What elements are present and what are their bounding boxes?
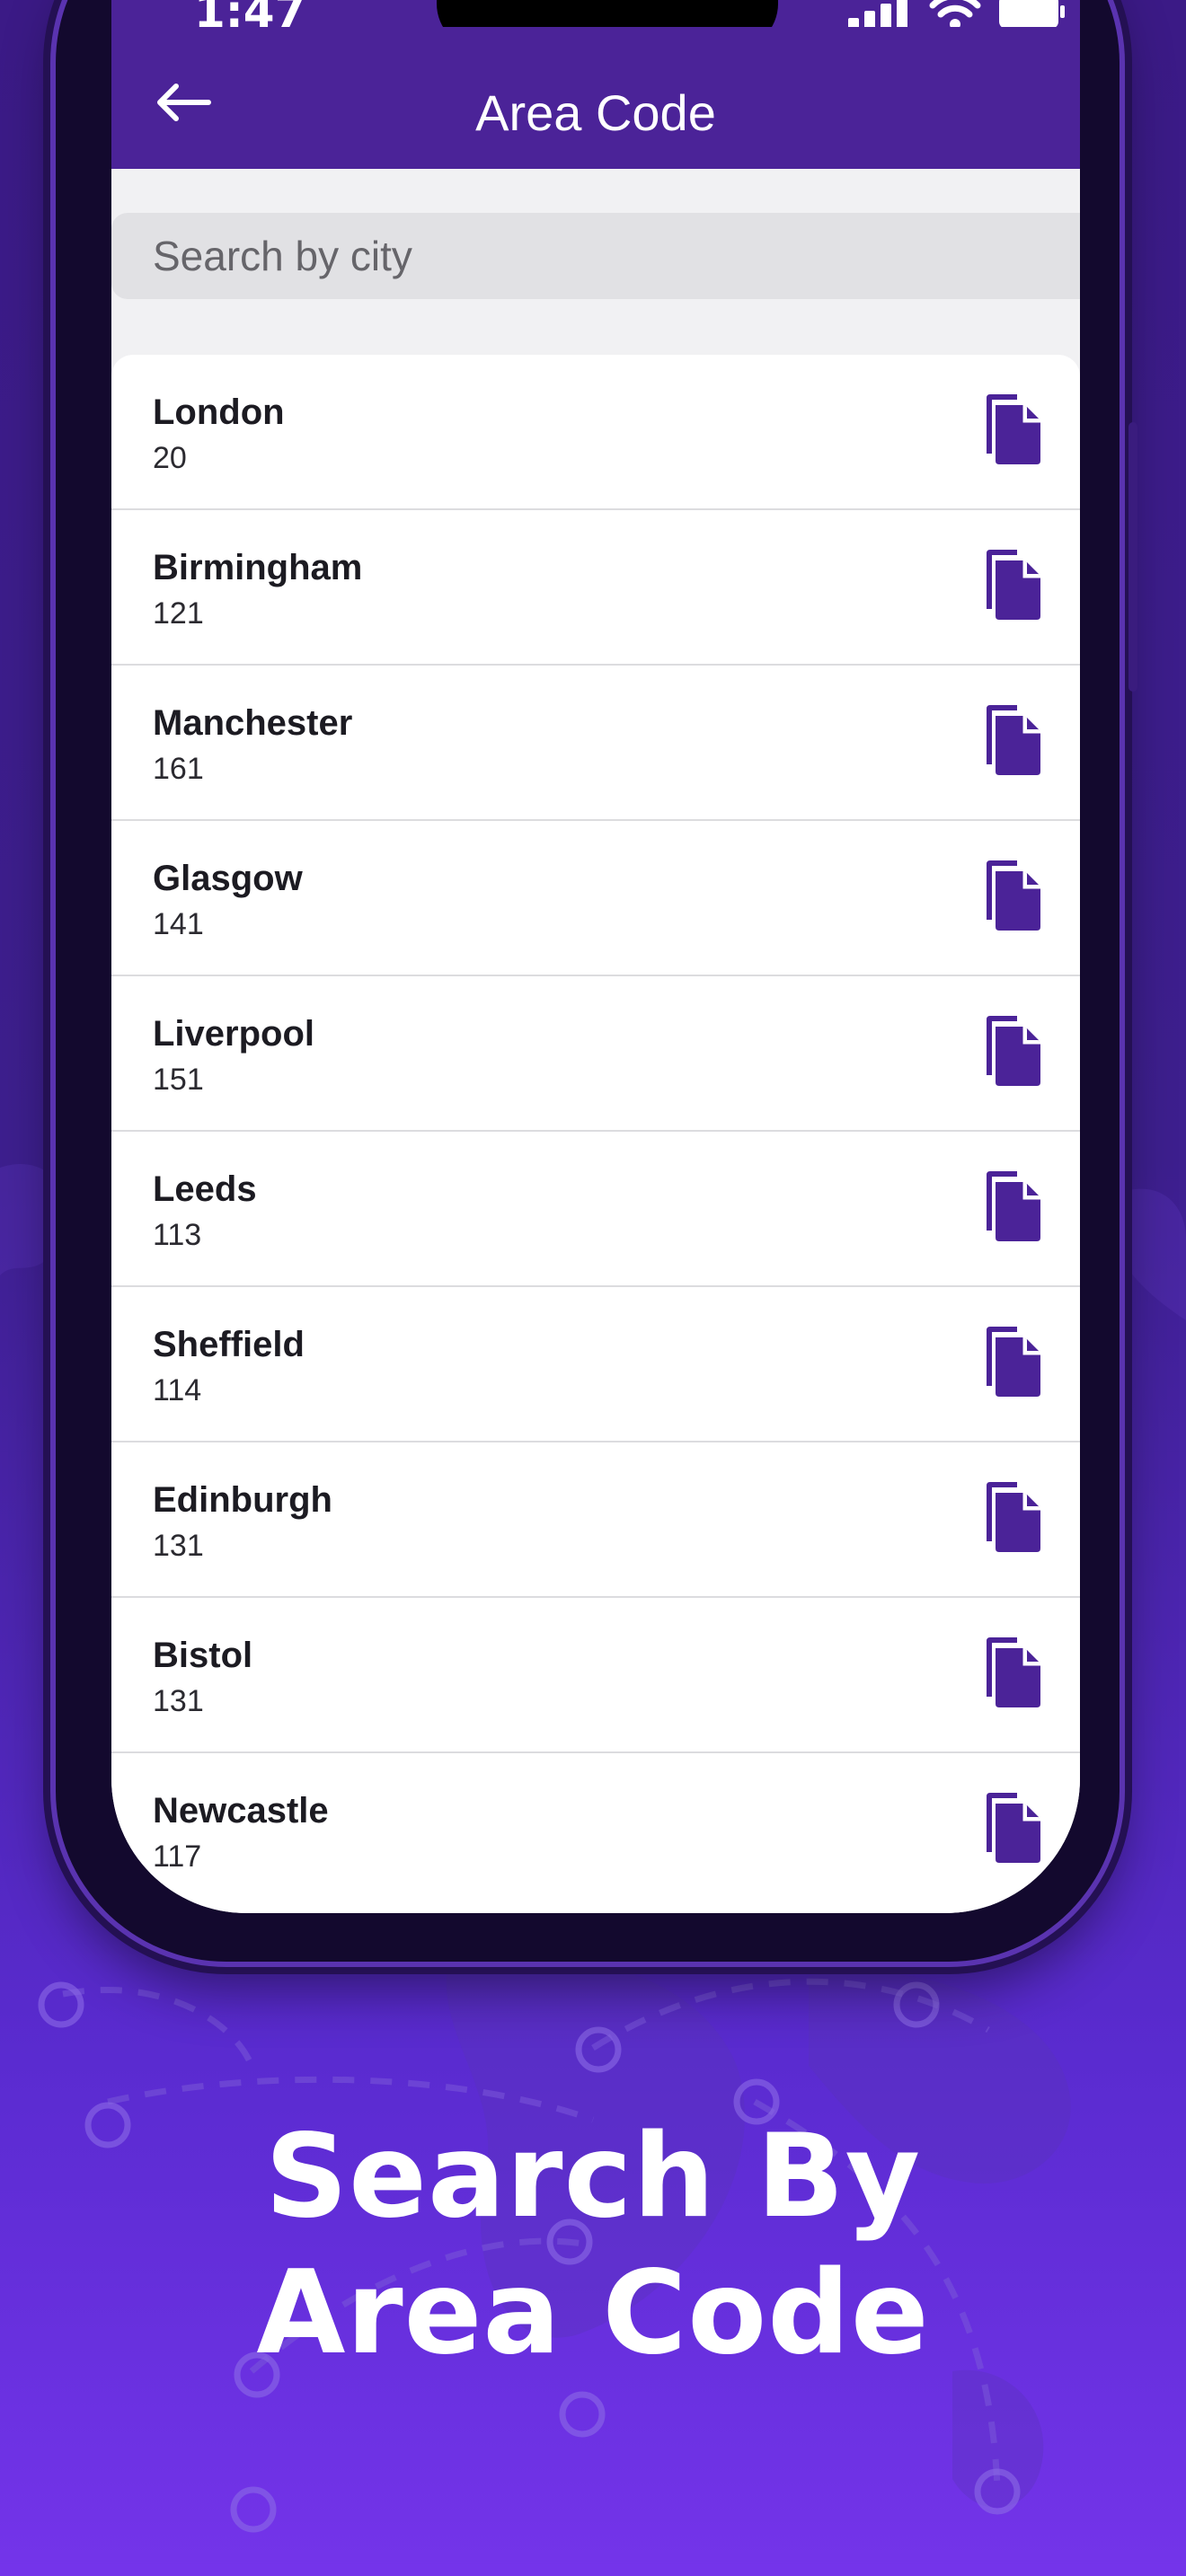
area-code-value: 117: [153, 1839, 202, 1874]
city-name: Leeds: [153, 1169, 257, 1209]
copy-button[interactable]: [983, 705, 1042, 775]
copy-icon: [987, 1171, 1040, 1241]
city-name: London: [153, 393, 285, 432]
copy-button[interactable]: [983, 1482, 1042, 1552]
copy-icon: [987, 550, 1040, 620]
promo-headline-line-1: Search By: [264, 2110, 922, 2244]
phone-screen: 1:47 Area Code Search by city London 20 …: [111, 0, 1080, 1913]
city-name: Sheffield: [153, 1325, 305, 1364]
promo-headline-line-2: Area Code: [256, 2246, 930, 2380]
list-item[interactable]: Sheffield 114: [111, 1287, 1080, 1442]
list-item[interactable]: Birmingham 121: [111, 510, 1080, 666]
area-code-value: 20: [153, 441, 187, 475]
page-title: Area Code: [475, 84, 716, 141]
area-code-list: London 20 Birmingham 121 Manchester 161 Glasgo…: [111, 355, 1080, 1913]
phone-side-button: [1128, 422, 1137, 692]
wifi-icon: [929, 0, 981, 30]
area-code-value: 131: [153, 1529, 204, 1563]
city-name: Newcastle: [153, 1791, 329, 1831]
list-item[interactable]: London 20: [111, 355, 1080, 510]
city-name: Edinburgh: [153, 1480, 332, 1520]
app-bar: Area Code: [111, 27, 1080, 169]
area-code-value: 151: [153, 1063, 204, 1097]
city-name: Birmingham: [153, 548, 363, 587]
city-name: Bistol: [153, 1636, 253, 1675]
copy-button[interactable]: [983, 550, 1042, 620]
copy-button[interactable]: [983, 394, 1042, 464]
area-code-value: 113: [153, 1218, 202, 1252]
signal-icon: [848, 0, 907, 31]
area-code-value: 114: [153, 1373, 202, 1407]
status-icons: [848, 0, 1066, 31]
copy-button[interactable]: [983, 1637, 1042, 1707]
copy-icon: [987, 1637, 1040, 1707]
copy-button[interactable]: [983, 1793, 1042, 1863]
area-code-value: 121: [153, 596, 204, 631]
list-item[interactable]: Liverpool 151: [111, 976, 1080, 1132]
list-item[interactable]: Edinburgh 131: [111, 1442, 1080, 1598]
city-name: Manchester: [153, 703, 353, 743]
copy-button[interactable]: [983, 860, 1042, 931]
area-code-value: 141: [153, 907, 204, 941]
status-bar: 1:47: [111, 0, 1080, 50]
copy-button[interactable]: [983, 1171, 1042, 1241]
copy-button[interactable]: [983, 1016, 1042, 1086]
arrow-left-icon: [157, 84, 211, 121]
list-item[interactable]: Leeds 113: [111, 1132, 1080, 1287]
copy-icon: [987, 394, 1040, 464]
city-name: Liverpool: [153, 1014, 315, 1054]
list-item[interactable]: Newcastle 117: [111, 1753, 1080, 1909]
list-item[interactable]: Manchester 161: [111, 666, 1080, 821]
promo-headline: Search By Area Code: [0, 2109, 1186, 2382]
back-button[interactable]: [147, 66, 219, 138]
area-code-value: 131: [153, 1684, 204, 1718]
list-item[interactable]: Bistol 131: [111, 1598, 1080, 1753]
copy-icon: [987, 1482, 1040, 1552]
city-name: Glasgow: [153, 859, 303, 898]
area-code-value: 161: [153, 752, 204, 786]
copy-icon: [987, 860, 1040, 931]
copy-icon: [987, 705, 1040, 775]
search-input[interactable]: [111, 213, 1080, 299]
list-item[interactable]: Glasgow 141: [111, 821, 1080, 976]
copy-icon: [987, 1327, 1040, 1397]
copy-button[interactable]: [983, 1327, 1042, 1397]
copy-icon: [987, 1793, 1040, 1863]
battery-icon: [999, 0, 1065, 29]
copy-icon: [987, 1016, 1040, 1086]
